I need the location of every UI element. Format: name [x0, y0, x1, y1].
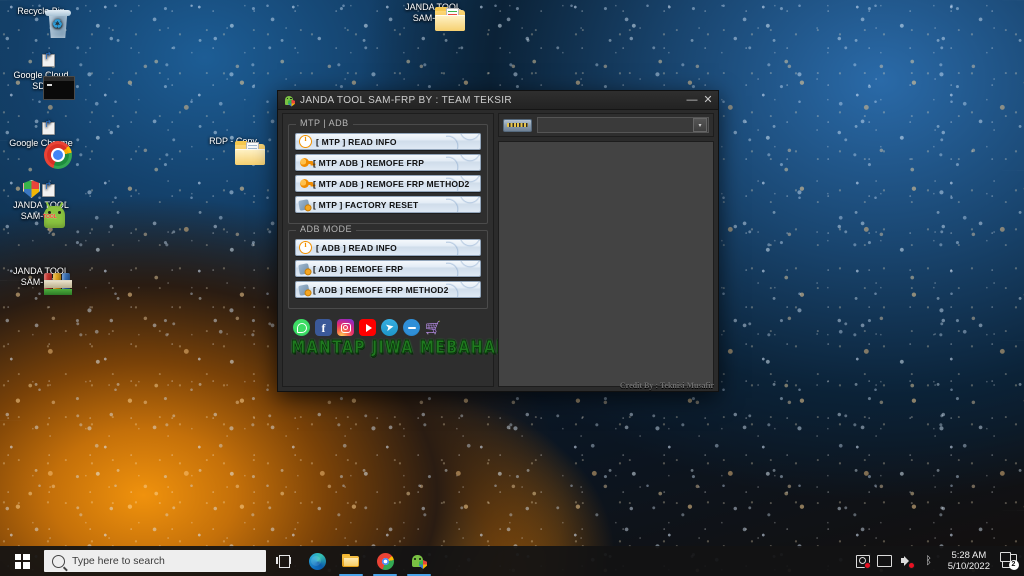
tray-bluetooth[interactable]: ᛒ: [918, 546, 940, 576]
file-explorer-icon: [342, 554, 360, 568]
window-title: JANDA TOOL SAM-FRP BY : TEAM TEKSIR: [300, 94, 512, 106]
system-tray: ᛒ 5:28 AM 5/10/2022 2: [852, 546, 1024, 576]
desktop-icon-janda-tool-app[interactable]: TOOLJANDA TOOL SAM-FRP: [4, 180, 78, 228]
button-highlight: [446, 240, 480, 255]
button-highlight: [446, 197, 480, 212]
taskbar-edge[interactable]: [300, 546, 334, 576]
taskbar-file-explorer[interactable]: [334, 546, 368, 576]
usb-connector-icon: [503, 118, 532, 132]
clock-date: 5/10/2022: [947, 561, 990, 572]
group-title: MTP | ADB: [296, 118, 353, 128]
button-label: [ MTP ADB ] REMOFE FRP METHOD2: [313, 178, 470, 189]
right-panel: ▾: [498, 113, 714, 387]
log-output-panel[interactable]: [498, 141, 714, 387]
instagram-icon[interactable]: [337, 319, 354, 336]
credit-label: Credit By : Teknisi Musafir: [619, 381, 714, 390]
mtp-adb-remove-frp-method2-button[interactable]: [ MTP ADB ] REMOFE FRP METHOD2: [295, 175, 481, 192]
search-placeholder: Type here to search: [72, 555, 165, 567]
taskbar-chrome[interactable]: [368, 546, 402, 576]
device-selection-bar: ▾: [498, 113, 714, 137]
window-body: MTP | ADB [ MTP ] READ INFO [ MTP ADB ] RE…: [278, 109, 718, 391]
info-icon: [299, 134, 312, 148]
windows-logo-icon: [14, 553, 30, 569]
mtp-adb-remove-frp-button[interactable]: [ MTP ADB ] REMOFE FRP: [295, 154, 481, 171]
tray-display[interactable]: [874, 546, 896, 576]
button-highlight: [446, 134, 480, 149]
social-links-row: [287, 313, 489, 338]
tray-volume[interactable]: [896, 546, 918, 576]
task-view-button[interactable]: [266, 546, 300, 576]
left-panel: MTP | ADB [ MTP ] READ INFO [ MTP ADB ] RE…: [282, 113, 522, 387]
desktop-icon-rdp-copy-folder[interactable]: RDP - Copy: [196, 136, 270, 165]
youtube-icon[interactable]: [359, 319, 376, 336]
notification-count: 2: [1008, 560, 1019, 570]
groups-host: MTP | ADB [ MTP ] READ INFO [ MTP ADB ] RE…: [287, 118, 489, 313]
key-icon: [300, 179, 313, 188]
chrome-icon: [376, 552, 394, 570]
button-highlight: [446, 155, 480, 170]
desktop-icon-label: JANDA TOOL SAM-FRP: [13, 200, 69, 221]
wrench-icon: [298, 198, 310, 211]
clock-time: 5:28 AM: [951, 550, 987, 561]
wrench-icon: [298, 283, 310, 296]
log-output-text: [499, 142, 713, 386]
bluetooth-icon: ᛒ: [925, 554, 933, 567]
facebook-icon[interactable]: [315, 319, 332, 336]
button-label: [ ADB ] REMOFE FRP: [313, 263, 404, 274]
button-highlight: [446, 261, 480, 276]
shopping-cart-icon[interactable]: [425, 319, 442, 336]
adb-remove-frp-button[interactable]: [ ADB ] REMOFE FRP: [295, 260, 481, 277]
no-entry-icon[interactable]: [403, 319, 420, 336]
taskbar-janda-tool[interactable]: [402, 546, 436, 576]
chevron-down-icon[interactable]: ▾: [693, 118, 707, 132]
group-title: ADB MODE: [296, 224, 357, 234]
group-mtp-adb: MTP | ADB [ MTP ] READ INFO [ MTP ADB ] RE…: [288, 118, 488, 224]
mtp-read-info-button[interactable]: [ MTP ] READ INFO: [295, 133, 481, 150]
whatsapp-icon[interactable]: [293, 319, 310, 336]
banner-text: MANTAP JIWA MEBAHANA: [291, 338, 522, 359]
button-label: [ ADB ] REMOFE FRP METHOD2: [313, 284, 449, 295]
desktop-icon-janda-tool-folder[interactable]: JANDA TOOL SAM-FRP: [396, 2, 470, 31]
monitor-icon: [877, 555, 893, 567]
info-icon: [299, 240, 312, 254]
button-label: [ MTP ] FACTORY RESET: [313, 199, 419, 210]
start-button[interactable]: [0, 546, 44, 576]
taskbar-items: [266, 546, 436, 576]
device-select[interactable]: ▾: [537, 117, 709, 133]
button-label: [ MTP ADB ] REMOFE FRP: [313, 157, 425, 168]
task-view-icon: [275, 554, 291, 568]
button-label: [ ADB ] READ INFO: [316, 242, 397, 253]
group-adb-mode: ADB MODE [ ADB ] READ INFO [ ADB ] REMOFE …: [288, 224, 488, 309]
button-label: [ MTP ] READ INFO: [316, 136, 397, 147]
edge-icon: [308, 552, 326, 570]
mtp-factory-reset-button[interactable]: [ MTP ] FACTORY RESET: [295, 196, 481, 213]
desktop[interactable]: ♻Recycle Bin Google Cloud SD.. Google Chro…: [0, 0, 1024, 576]
telegram-icon[interactable]: [381, 319, 398, 336]
android-robot-icon: [411, 553, 427, 569]
key-icon: [300, 158, 313, 167]
desktop-icon-recycle-bin[interactable]: ♻ Recycle Bin: [4, 6, 78, 38]
adb-remove-frp-method2-button[interactable]: [ ADB ] REMOFE FRP METHOD2: [295, 281, 481, 298]
taskbar: Type here to search ᛒ 5:28 AM 5/10/2022 …: [0, 546, 1024, 576]
desktop-icon-google-cloud-sdk[interactable]: Google Cloud SD..: [4, 54, 78, 100]
desktop-icon-google-chrome[interactable]: Google Chrome: [4, 122, 78, 169]
search-icon: [52, 554, 65, 568]
android-robot-icon: [283, 94, 295, 107]
action-center-icon: 2: [999, 552, 1019, 570]
search-input[interactable]: Type here to search: [44, 550, 266, 572]
adb-read-info-button[interactable]: [ ADB ] READ INFO: [295, 239, 481, 256]
status-badge: [907, 562, 915, 569]
minimize-button[interactable]: —: [684, 92, 700, 108]
taskbar-clock[interactable]: 5:28 AM 5/10/2022: [940, 550, 998, 572]
close-button[interactable]: ✕: [700, 92, 716, 108]
wrench-icon: [298, 262, 310, 275]
tray-icons: ᛒ: [852, 546, 940, 576]
desktop-icon-janda-tool-archive[interactable]: JANDA TOOL SAM-FRP: [4, 266, 78, 295]
janda-tool-window[interactable]: JANDA TOOL SAM-FRP BY : TEAM TEKSIR — ✕ …: [277, 90, 719, 392]
window-title-bar[interactable]: JANDA TOOL SAM-FRP BY : TEAM TEKSIR — ✕: [278, 91, 718, 110]
tray-screen-share[interactable]: [852, 546, 874, 576]
status-badge: [863, 562, 871, 569]
action-center-button[interactable]: 2: [998, 546, 1020, 576]
button-highlight: [446, 282, 480, 297]
